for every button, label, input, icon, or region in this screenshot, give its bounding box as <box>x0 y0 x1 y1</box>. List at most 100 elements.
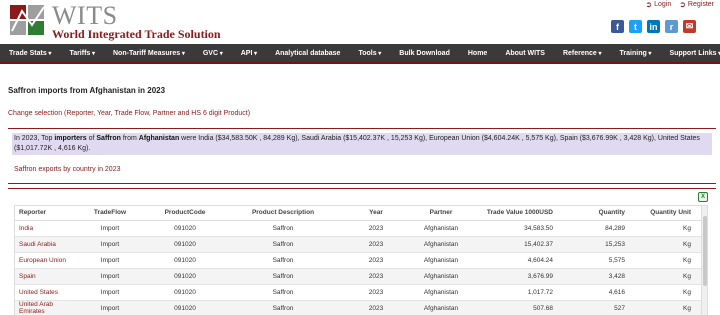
table-cell: 15,402.37 <box>471 236 561 253</box>
table-cell: Saffron <box>225 284 341 301</box>
scrollbar-thumb[interactable] <box>703 216 707 286</box>
table-cell: Import <box>75 220 145 237</box>
login-link[interactable]: ➲ Login <box>645 0 671 9</box>
table-cell: 1,017.72 <box>471 284 561 301</box>
social-share-bar: f t in r ✉ <box>611 20 696 33</box>
excel-export-icon[interactable]: X <box>698 192 708 202</box>
login-label: Login <box>654 1 672 8</box>
table-row[interactable]: United Arab Emirates Import 091020 Saffron 2… <box>15 300 703 315</box>
table-cell: 34,583.50 <box>471 220 561 237</box>
nav-item-bulk-download[interactable]: Bulk Download <box>390 50 459 57</box>
column-header[interactable]: TradeFlow <box>75 206 145 221</box>
table-cell: 091020 <box>145 220 225 237</box>
summary-part: of <box>86 135 97 142</box>
register-label: Register <box>687 1 714 8</box>
reporter-link[interactable]: Saudi Arabia <box>15 236 75 253</box>
nav-item-api[interactable]: API <box>232 50 266 57</box>
nav-item-about-wits[interactable]: About WITS <box>496 50 554 57</box>
nav-item-reference[interactable]: Reference <box>554 50 611 57</box>
table-cell: Import <box>75 268 145 285</box>
summary-part: from <box>120 135 139 142</box>
table-cell: Kg <box>631 268 703 285</box>
table-cell: Import <box>75 300 145 315</box>
nav-item-support-links[interactable]: Support Links <box>660 50 720 57</box>
table-cell: 5,575 <box>561 252 631 269</box>
twitter-icon[interactable]: t <box>629 20 642 33</box>
table-cell: Saffron <box>225 300 341 315</box>
table-row[interactable]: Saudi Arabia Import 091020 Saffron 2023 Afgha… <box>15 236 703 253</box>
table-cell: 84,289 <box>561 220 631 237</box>
column-header[interactable]: Year <box>341 206 411 221</box>
table-cell: 2023 <box>341 252 411 269</box>
reporter-link[interactable]: United States <box>15 284 75 301</box>
table-cell: 2023 <box>341 300 411 315</box>
column-header[interactable]: Partner <box>411 206 471 221</box>
register-link[interactable]: ➲ Register <box>679 0 714 9</box>
table-cell: Afghanistan <box>411 284 471 301</box>
table-cell: 15,253 <box>561 236 631 253</box>
table-cell: 4,604.24 <box>471 252 561 269</box>
column-header[interactable]: Product Description <box>225 206 341 221</box>
table-row[interactable]: United States Import 091020 Saffron 2023 Afgh… <box>15 284 703 301</box>
table-row[interactable]: European Union Import 091020 Saffron 2023 Afg… <box>15 252 703 269</box>
table-cell: 3,676.99 <box>471 268 561 285</box>
reporter-link[interactable]: India <box>15 220 75 237</box>
table-cell: Import <box>75 252 145 269</box>
reddit-icon[interactable]: r <box>665 20 678 33</box>
nav-item-tariffs[interactable]: Tariffs <box>60 50 104 57</box>
wits-logo-icon[interactable] <box>8 3 48 37</box>
table-cell: Saffron <box>225 236 341 253</box>
summary-part: importers <box>54 135 87 142</box>
nav-item-training[interactable]: Training <box>611 50 661 57</box>
nav-item-gvc[interactable]: GVC <box>194 50 232 57</box>
summary-text: In 2023, Top importers of Saffron from A… <box>12 133 712 155</box>
table-cell: 4,616 <box>561 284 631 301</box>
table-scrollbar[interactable] <box>701 206 707 315</box>
change-selection-link[interactable]: Change selection (Reporter, Year, Trade … <box>8 110 250 117</box>
page-title: Saffron imports from Afghanistan in 2023 <box>8 86 166 95</box>
table-cell: Saffron <box>225 268 341 285</box>
facebook-icon[interactable]: f <box>611 20 624 33</box>
nav-item-analytical-database[interactable]: Analytical database <box>266 50 349 57</box>
table-scroll-area[interactable]: Reporter TradeFlow ProductCode Product Desc… <box>14 205 708 315</box>
reporter-link[interactable]: United Arab Emirates <box>15 300 75 315</box>
table-cell: Afghanistan <box>411 268 471 285</box>
nav-item-home[interactable]: Home <box>459 50 496 57</box>
nav-item-non-tariff-measures[interactable]: Non-Tariff Measures <box>104 50 194 57</box>
summary-part: Afghanistan <box>138 135 180 142</box>
email-icon[interactable]: ✉ <box>683 20 696 33</box>
column-header[interactable]: Reporter <box>15 206 75 221</box>
column-header[interactable]: Quantity Unit <box>631 206 703 221</box>
table-cell: Import <box>75 284 145 301</box>
table-row[interactable]: Spain Import 091020 Saffron 2023 Afghanistan 3… <box>15 268 703 285</box>
main-nav: Trade StatsTariffsNon-Tariff MeasuresGVC… <box>0 44 720 64</box>
column-header[interactable]: Quantity <box>561 206 631 221</box>
summary-part: Saffron <box>96 135 121 142</box>
table-cell: 2023 <box>341 220 411 237</box>
register-icon: ➲ <box>679 0 686 9</box>
column-header[interactable]: Trade Value 1000USD <box>471 206 561 221</box>
nav-item-tools[interactable]: Tools <box>349 50 390 57</box>
linkedin-icon[interactable]: in <box>647 20 660 33</box>
summary-box: In 2023, Top importers of Saffron from A… <box>8 128 716 184</box>
table-cell: 2023 <box>341 284 411 301</box>
table-cell: Kg <box>631 300 703 315</box>
table-cell: 2023 <box>341 268 411 285</box>
table-cell: Afghanistan <box>411 252 471 269</box>
trade-data-table: Reporter TradeFlow ProductCode Product Desc… <box>15 206 703 315</box>
table-cell: 507.68 <box>471 300 561 315</box>
summary-part: In 2023, Top <box>14 135 55 142</box>
table-row[interactable]: India Import 091020 Saffron 2023 Afghanistan 3… <box>15 220 703 237</box>
table-cell: Kg <box>631 220 703 237</box>
site-header: WITS World Integrated Trade Solution ➲ L… <box>0 0 720 42</box>
logo-subtitle[interactable]: World Integrated Trade Solution <box>52 27 221 42</box>
reporter-link[interactable]: Spain <box>15 268 75 285</box>
table-cell: 091020 <box>145 268 225 285</box>
column-header[interactable]: ProductCode <box>145 206 225 221</box>
auth-links: ➲ Login ➲ Register <box>645 0 714 9</box>
table-body: India Import 091020 Saffron 2023 Afghanistan 3… <box>15 220 703 315</box>
table-cell: Import <box>75 236 145 253</box>
exports-by-country-link[interactable]: Saffron exports by country in 2023 <box>14 166 121 173</box>
nav-item-trade-stats[interactable]: Trade Stats <box>0 50 60 57</box>
reporter-link[interactable]: European Union <box>15 252 75 269</box>
